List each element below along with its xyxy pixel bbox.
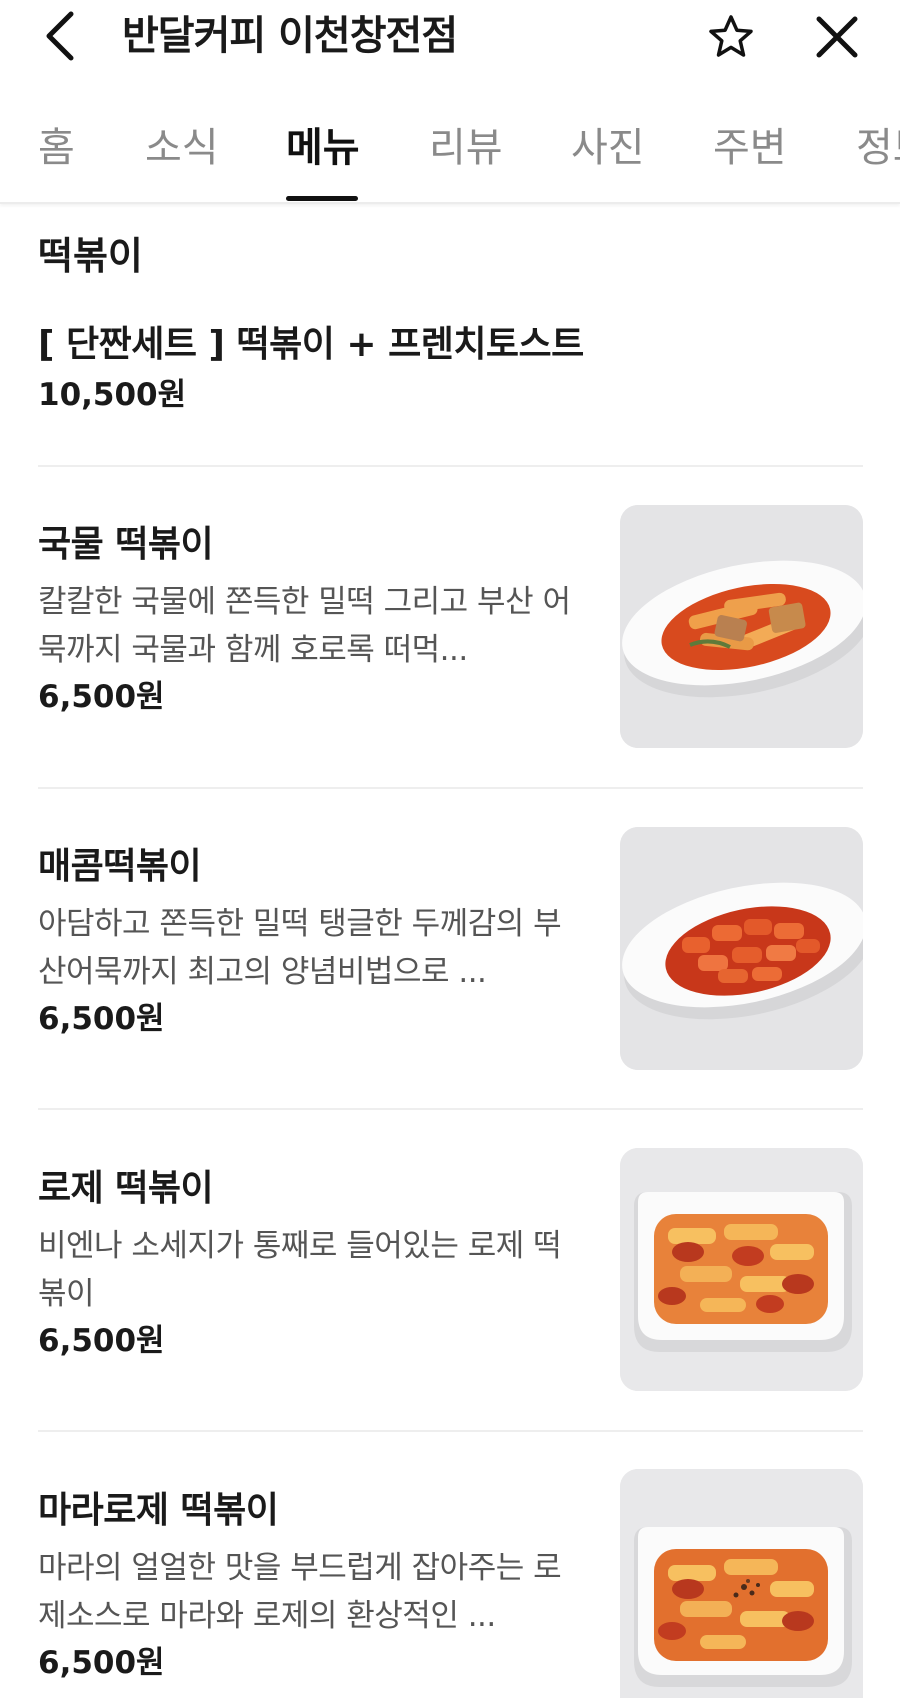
menu-item-photo[interactable] bbox=[620, 1469, 863, 1698]
tab-info[interactable]: 정보 bbox=[856, 120, 900, 176]
tab-home[interactable]: 홈 bbox=[38, 120, 75, 176]
menu-item[interactable]: [ 단짠세트 ] 떡볶이 + 프렌치토스트 10,500원 bbox=[38, 320, 863, 418]
tab-menu[interactable]: 메뉴 bbox=[286, 120, 360, 176]
divider bbox=[38, 1430, 863, 1432]
tab-photos[interactable]: 사진 bbox=[571, 120, 645, 176]
star-icon bbox=[709, 15, 753, 57]
favorite-button[interactable] bbox=[704, 10, 758, 64]
menu-item-description: 비엔나 소세지가 통째로 들어있는 로제 떡볶이 bbox=[38, 1228, 562, 1312]
active-tab-indicator bbox=[286, 196, 358, 201]
menu-item-photo[interactable] bbox=[620, 827, 863, 1070]
menu-item-photo[interactable] bbox=[620, 1148, 863, 1391]
tteokbokki-image bbox=[620, 1148, 863, 1391]
close-button[interactable] bbox=[810, 10, 864, 64]
top-bar: 반달커피 이천창전점 bbox=[0, 0, 900, 72]
close-icon bbox=[816, 16, 858, 58]
menu-item-description: 칼칼한 국물에 쫀득한 밀떡 그리고 부산 어묵까지 국물과 함께 호로록 떠먹… bbox=[38, 584, 571, 668]
divider bbox=[38, 465, 863, 467]
menu-item-name: [ 단짠세트 ] 떡볶이 + 프렌치토스트 bbox=[38, 324, 584, 365]
divider bbox=[38, 787, 863, 789]
page-title: 반달커피 이천창전점 bbox=[122, 13, 458, 59]
chevron-left-icon bbox=[46, 11, 74, 61]
tab-news[interactable]: 소식 bbox=[145, 120, 219, 176]
tab-nearby[interactable]: 주변 bbox=[713, 120, 787, 176]
tab-reviews[interactable]: 리뷰 bbox=[429, 120, 503, 176]
tab-bar: 홈 소식 메뉴 리뷰 사진 주변 정보 bbox=[0, 100, 900, 204]
tteokbokki-image bbox=[620, 505, 863, 748]
back-button[interactable] bbox=[38, 8, 82, 64]
menu-item-description: 아담하고 쫀득한 밀떡 탱글한 두께감의 부산어묵까지 최고의 양념비법으로 .… bbox=[38, 906, 562, 990]
tteokbokki-image bbox=[620, 1469, 863, 1698]
menu-item-description: 마라의 얼얼한 맛을 부드럽게 잡아주는 로제소스로 마라와 로제의 환상적인 … bbox=[38, 1550, 562, 1634]
section-title: 떡볶이 bbox=[38, 234, 143, 278]
menu-item-price: 10,500원 bbox=[38, 377, 187, 413]
divider bbox=[38, 1108, 863, 1110]
tteokbokki-image bbox=[620, 827, 863, 1070]
menu-item-photo[interactable] bbox=[620, 505, 863, 748]
